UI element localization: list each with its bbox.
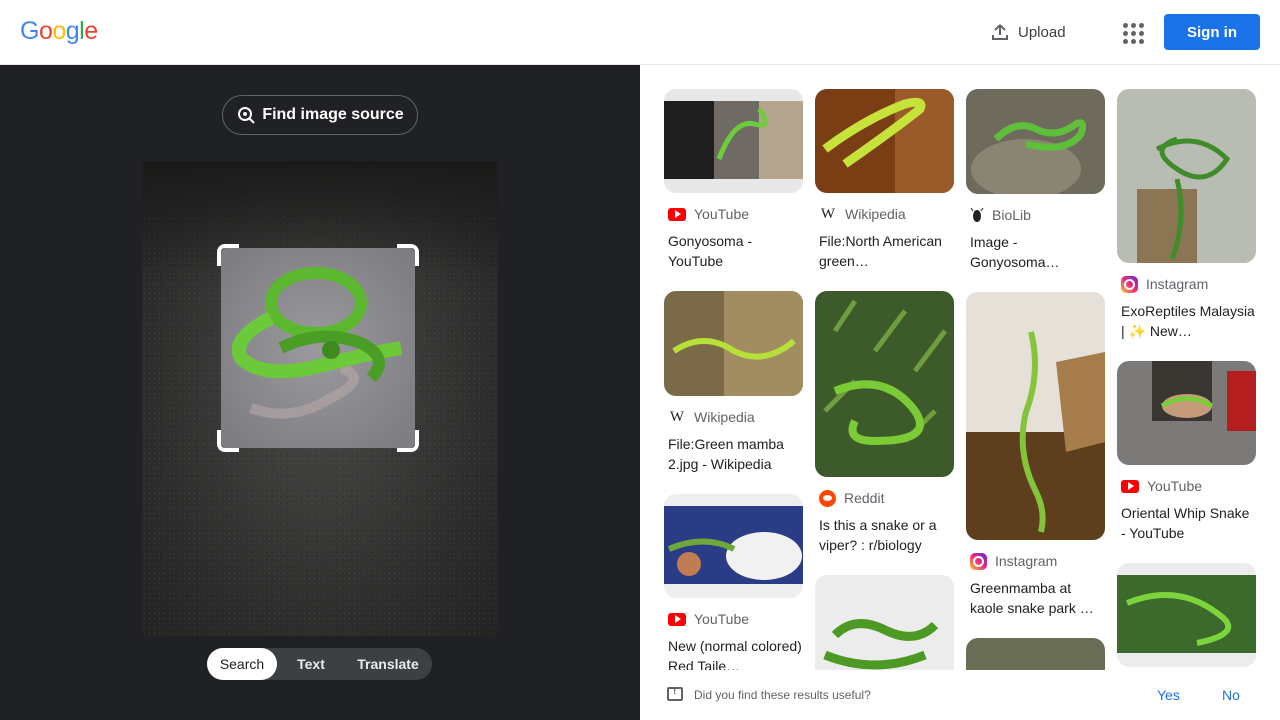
results-column-1: YouTube Gonyosoma - YouTube W Wikipedia F… <box>664 89 803 670</box>
result-source: Wikipedia <box>694 409 755 425</box>
feedback-question: Did you find these results useful? <box>694 688 871 702</box>
result-title[interactable]: Greenmamba at kaole snake park … <box>966 578 1105 618</box>
result-title[interactable]: New (normal colored) Red Taile… <box>664 636 803 670</box>
result-title[interactable]: Oriental Whip Snake - YouTube <box>1117 503 1256 543</box>
crop-handle-bottom-left[interactable] <box>217 430 239 452</box>
crop-handle-top-right[interactable] <box>397 244 419 266</box>
result-thumbnail[interactable] <box>815 89 954 193</box>
result-thumbnail[interactable] <box>664 494 803 598</box>
result-card[interactable] <box>966 638 1105 670</box>
result-card[interactable]: W Wikipedia File:North American green… <box>815 89 954 271</box>
reddit-icon <box>819 489 836 507</box>
upload-label: Upload <box>1018 23 1066 41</box>
mode-text-tab[interactable]: Text <box>277 648 345 680</box>
mode-translate-tab[interactable]: Translate <box>345 648 431 680</box>
biolib-icon <box>970 207 984 222</box>
top-header: Google Upload Sign in <box>0 0 1280 65</box>
result-thumbnail[interactable] <box>966 292 1105 540</box>
find-image-source-button[interactable]: Find image source <box>222 95 418 135</box>
instagram-icon <box>1121 275 1138 293</box>
result-thumbnail[interactable] <box>815 291 954 477</box>
result-title[interactable]: ExoReptiles Malaysia | ✨ New… <box>1117 301 1256 341</box>
feedback-icon <box>667 686 683 701</box>
results-column-4: Instagram ExoReptiles Malaysia | ✨ New… … <box>1117 89 1256 667</box>
result-source: Reddit <box>844 490 885 506</box>
mode-search-tab[interactable]: Search <box>207 648 277 680</box>
result-card[interactable] <box>1117 563 1256 667</box>
result-card[interactable]: Reddit Is this a snake or a viper? : r/b… <box>815 291 954 555</box>
upload-button[interactable]: Upload <box>990 18 1066 46</box>
result-card[interactable] <box>815 575 954 670</box>
result-thumbnail[interactable] <box>815 575 954 670</box>
result-source: YouTube <box>694 611 750 627</box>
result-source: Wikipedia <box>845 206 906 222</box>
lens-search-icon <box>238 107 256 124</box>
result-thumbnail[interactable] <box>664 291 803 396</box>
result-thumbnail[interactable] <box>1117 563 1256 667</box>
result-card[interactable]: BioLib Image - Gonyosoma… <box>966 89 1105 272</box>
youtube-icon <box>668 207 686 221</box>
result-thumbnail[interactable] <box>664 89 803 193</box>
image-query-panel: Find image source Search Text Translate <box>0 65 640 720</box>
wikipedia-icon: W <box>820 205 836 222</box>
crop-handle-bottom-right[interactable] <box>397 430 419 452</box>
result-card[interactable]: Instagram Greenmamba at kaole snake park… <box>966 292 1105 618</box>
result-card[interactable]: W Wikipedia File:Green mamba 2.jpg - Wiki… <box>664 291 803 474</box>
result-source: YouTube <box>694 206 750 222</box>
crop-handle-top-left[interactable] <box>217 244 239 266</box>
mode-switcher: Search Text Translate <box>207 648 432 680</box>
wikipedia-icon: W <box>669 408 685 425</box>
result-card[interactable]: YouTube Gonyosoma - YouTube <box>664 89 803 271</box>
result-card[interactable]: YouTube New (normal colored) Red Taile… <box>664 494 803 670</box>
snake-image <box>221 248 415 448</box>
find-image-source-label: Find image source <box>262 106 404 123</box>
result-thumbnail[interactable] <box>966 89 1105 194</box>
result-source: Instagram <box>1146 276 1209 292</box>
result-thumbnail[interactable] <box>1117 89 1256 263</box>
result-title[interactable]: Is this a snake or a viper? : r/biology <box>815 515 954 555</box>
instagram-icon <box>970 552 987 570</box>
result-source: BioLib <box>992 207 1031 223</box>
google-logo[interactable]: Google <box>20 17 98 46</box>
feedback-bar: Did you find these results useful? Yes N… <box>640 670 1280 720</box>
selected-region[interactable] <box>221 248 415 448</box>
upload-icon <box>992 24 1008 40</box>
result-title[interactable]: Gonyosoma - YouTube <box>664 231 803 271</box>
result-title[interactable]: File:North American green… <box>815 231 954 271</box>
results-column-2: W Wikipedia File:North American green… Re… <box>815 89 954 670</box>
query-image[interactable] <box>142 161 498 636</box>
sign-in-button[interactable]: Sign in <box>1164 14 1260 50</box>
youtube-icon <box>1121 479 1139 493</box>
result-card[interactable]: Instagram ExoReptiles Malaysia | ✨ New… <box>1117 89 1256 341</box>
result-thumbnail[interactable] <box>1117 361 1256 465</box>
result-title[interactable]: File:Green mamba 2.jpg - Wikipedia <box>664 434 803 474</box>
youtube-icon <box>668 612 686 626</box>
result-source: Instagram <box>995 553 1058 569</box>
apps-grid-icon[interactable] <box>1120 20 1144 44</box>
visual-matches: YouTube Gonyosoma - YouTube W Wikipedia F… <box>640 65 1280 670</box>
result-thumbnail[interactable] <box>966 638 1105 670</box>
result-card[interactable]: YouTube Oriental Whip Snake - YouTube <box>1117 361 1256 543</box>
result-source: YouTube <box>1147 478 1203 494</box>
feedback-yes-button[interactable]: Yes <box>1157 687 1180 703</box>
feedback-no-button[interactable]: No <box>1222 687 1240 703</box>
result-title[interactable]: Image - Gonyosoma… <box>966 232 1105 272</box>
results-column-3: BioLib Image - Gonyosoma… Instagram Gree… <box>966 89 1105 670</box>
